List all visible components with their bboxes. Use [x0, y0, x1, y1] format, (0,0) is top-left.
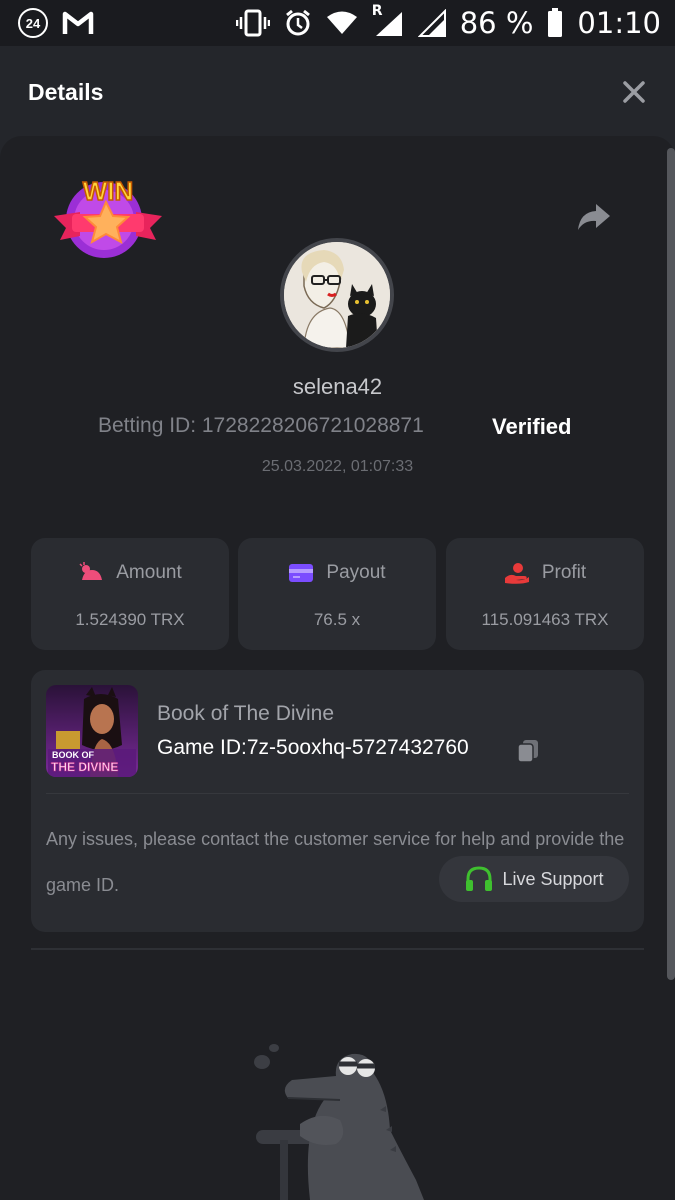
stat-amount-label: Amount [116, 562, 182, 583]
betting-id: Betting ID: 1728228206721028871 [98, 414, 424, 437]
avatar [280, 238, 394, 352]
game-thumbnail-art: BOOK OF THE DIVINE [46, 685, 138, 777]
status-bar: 24 R 86 % 01:10 [0, 0, 675, 46]
share-icon[interactable] [576, 200, 612, 234]
game-thumb-title-bottom: THE DIVINE [51, 760, 118, 774]
clock-time: 01:10 [577, 6, 661, 40]
wifi-icon [326, 11, 357, 34]
details-header: Details [0, 46, 675, 138]
game-thumb-title-top: BOOK OF [52, 750, 95, 760]
avatar-illustration [284, 242, 390, 348]
section-divider [31, 948, 644, 950]
win-badge-label: WIN [83, 176, 134, 206]
vibrate-icon [235, 9, 270, 37]
battery-icon [548, 8, 563, 37]
stat-payout: Payout 76.5 x [238, 538, 436, 650]
stat-payout-value: 76.5 x [313, 610, 361, 629]
wallet-icon [289, 564, 314, 582]
hand-coin-icon [504, 563, 529, 584]
close-icon[interactable] [621, 79, 647, 105]
stat-amount: Amount 1.524390 TRX [31, 538, 229, 650]
copy-icon[interactable] [515, 738, 541, 764]
stat-payout-label: Payout [326, 562, 386, 583]
game-id-value: 7z-5ooxhq-5727432760 [246, 736, 469, 759]
stat-profit: Profit 115.091463 TRX [446, 538, 644, 650]
page-title: Details [28, 78, 104, 105]
coins-icon [79, 562, 103, 580]
live-support-button[interactable]: Live Support [439, 856, 629, 902]
game-info-card: BOOK OF THE DIVINE Book of The Divine Ga… [31, 670, 644, 932]
game-id-label: Game ID: [157, 736, 247, 759]
crocodile-mascot-icon [254, 1044, 424, 1200]
stat-amount-value: 1.524390 TRX [75, 610, 185, 629]
divider [46, 793, 629, 794]
verified-label: Verified [492, 414, 572, 439]
username: selena42 [292, 374, 383, 399]
battery-percent: 86 % [459, 6, 534, 40]
headset-icon [466, 866, 493, 891]
stat-profit-value: 115.091463 TRX [481, 610, 609, 629]
win-badge-icon: WIN [54, 175, 162, 258]
gmail-icon [62, 11, 94, 34]
notification-count-badge: 24 [18, 8, 48, 38]
stat-profit-label: Profit [541, 562, 587, 583]
cell-signal-roaming-icon: R [372, 3, 404, 37]
scrollbar[interactable] [667, 148, 675, 980]
live-support-label: Live Support [502, 868, 604, 889]
game-name: Book of The Divine [157, 702, 335, 725]
bet-timestamp: 25.03.2022, 01:07:33 [261, 458, 414, 475]
alarm-icon [285, 9, 310, 36]
game-thumbnail[interactable]: BOOK OF THE DIVINE [46, 685, 138, 777]
game-id: Game ID:7z-5ooxhq-5727432760 [157, 736, 469, 760]
cell-signal-icon [417, 9, 446, 37]
